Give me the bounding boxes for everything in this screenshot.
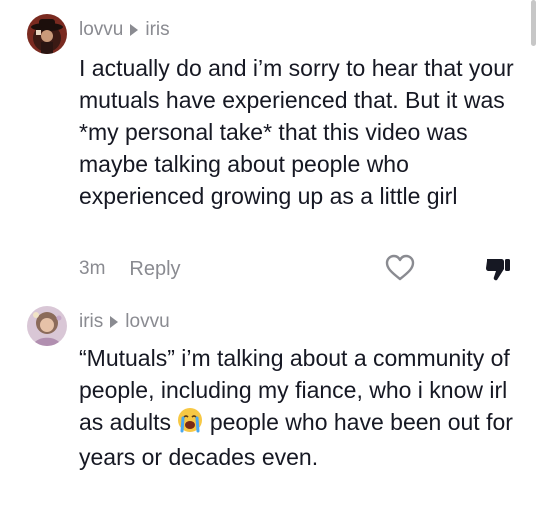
scrollbar[interactable] (531, 0, 536, 46)
comment-text: “Mutuals” i’m talking about a community … (79, 342, 524, 473)
comment-meta: lovvu iris (79, 19, 170, 41)
author-name[interactable]: lovvu (79, 19, 123, 41)
comment-meta: iris lovvu (79, 311, 170, 333)
avatar-iris[interactable] (27, 306, 67, 346)
comment-actions: 3m Reply (79, 254, 519, 284)
dislike-button[interactable] (484, 255, 512, 289)
reply-to-name[interactable]: lovvu (125, 311, 169, 333)
crying-face-icon (178, 407, 203, 433)
author-name[interactable]: iris (79, 311, 103, 333)
reply-button[interactable]: Reply (129, 258, 180, 281)
avatar-cowboy-hat-icon (27, 14, 67, 54)
crying-face-emoji (177, 407, 203, 441)
reply-to-name[interactable]: iris (145, 19, 169, 41)
reply-arrow-icon (130, 24, 139, 36)
thumbs-down-icon (486, 259, 510, 281)
reply-arrow-icon (110, 316, 119, 328)
timestamp: 3m (79, 258, 106, 279)
comment-text: I actually do and i’m sorry to hear that… (79, 55, 514, 209)
avatar-photo-icon (27, 306, 67, 346)
like-button[interactable] (385, 254, 415, 288)
avatar-lovvu[interactable] (27, 14, 67, 54)
heart-outline-icon (385, 254, 415, 281)
